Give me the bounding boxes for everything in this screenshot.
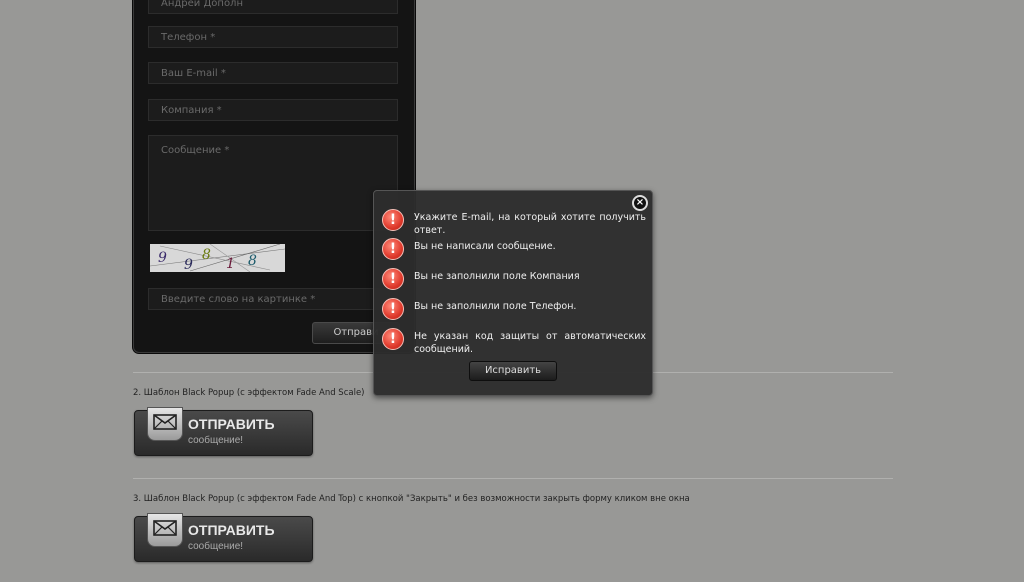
email-field[interactable]: Ваш E-mail * [148,62,398,84]
phone-field[interactable]: Телефон * [148,26,398,48]
svg-text:8: 8 [248,253,257,269]
error-message: Укажите E-mail, на который хотите получи… [414,212,646,236]
captcha-image: 9 9 8 1 8 [149,243,286,273]
svg-text:9: 9 [184,257,193,272]
send-button-subtitle: сообщение! [188,541,244,552]
separator [133,478,893,479]
close-icon[interactable]: × [632,195,648,211]
error-icon: ! [382,268,404,290]
company-field[interactable]: Компания * [148,99,398,121]
send-button-subtitle: сообщение! [188,435,244,446]
section-label-3: 3. Шаблон Black Popup (с эффектом Fade A… [133,494,690,504]
send-message-button-1[interactable]: ОТПРАВИТЬ сообщение! [134,407,313,456]
message-field[interactable]: Сообщение * [148,135,398,231]
error-icon: ! [382,328,404,350]
section-label-2: 2. Шаблон Black Popup (с эффектом Fade A… [133,388,365,398]
svg-text:8: 8 [202,247,211,263]
name-field[interactable]: Андрей Дополн [148,0,398,14]
fix-button[interactable]: Исправить [469,361,557,381]
svg-text:1: 1 [226,256,235,272]
error-icon: ! [382,209,404,231]
error-message: Вы не написали сообщение. [414,241,556,252]
send-button-title: ОТПРАВИТЬ [188,522,275,538]
error-message: Не указан код защиты от автоматических с… [414,331,646,355]
error-message: Вы не заполнили поле Телефон. [414,301,577,312]
captcha-field[interactable]: Введите слово на картинке * [148,288,398,310]
svg-text:9: 9 [158,250,167,266]
send-message-button-2[interactable]: ОТПРАВИТЬ сообщение! [134,513,313,562]
error-popup: × ! Укажите E-mail, на который хотите по… [373,190,653,396]
error-icon: ! [382,238,404,260]
envelope-icon [147,407,183,441]
error-icon: ! [382,298,404,320]
send-button-title: ОТПРАВИТЬ [188,416,275,432]
envelope-icon [147,513,183,547]
error-message: Вы не заполнили поле Компания [414,271,580,282]
